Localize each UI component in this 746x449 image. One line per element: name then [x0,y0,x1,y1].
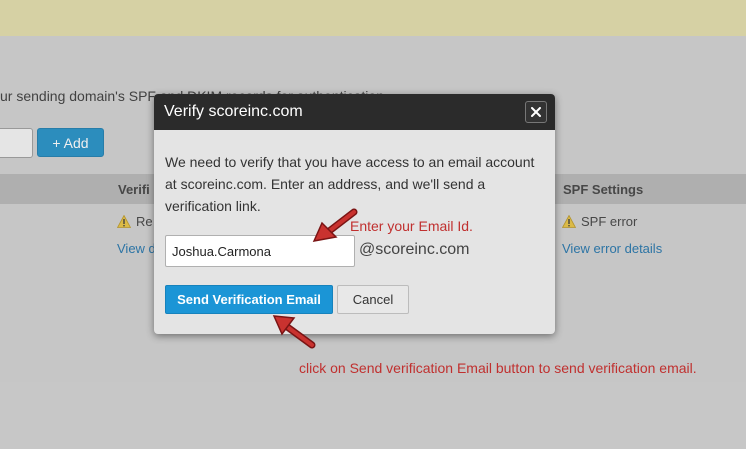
email-hint-annotation: Enter your Email Id. [350,218,473,234]
modal-title: Verify scoreinc.com [164,103,303,120]
send-verification-email-button[interactable]: Send Verification Email [165,285,333,314]
top-banner [0,0,746,36]
annotation-arrow-icon [272,315,316,349]
cancel-button[interactable]: Cancel [337,285,409,314]
close-button[interactable] [525,101,547,123]
send-hint-annotation: click on Send verification Email button … [299,360,697,376]
annotation-arrow-icon [312,208,358,242]
modal-header: Verify scoreinc.com [154,94,555,130]
close-icon [531,107,541,117]
domain-suffix: @scoreinc.com [359,241,470,258]
